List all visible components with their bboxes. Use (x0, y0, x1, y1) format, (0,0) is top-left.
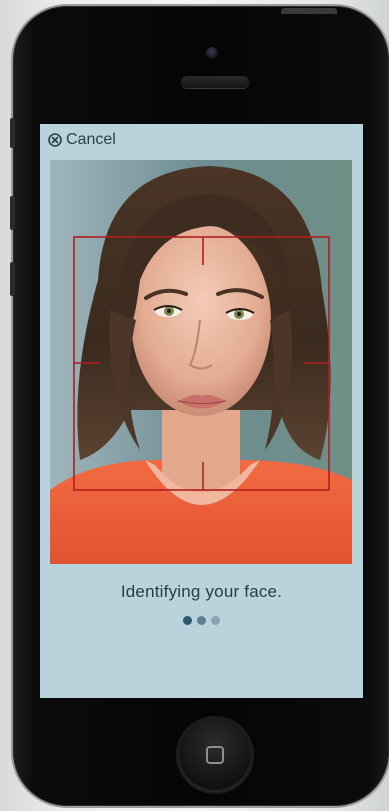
progress-dot-2 (197, 616, 206, 625)
progress-dot-1 (183, 616, 192, 625)
front-camera (206, 47, 218, 59)
app-screen: Cancel Identifying your face. (40, 124, 363, 698)
mute-switch (10, 118, 15, 148)
earpiece-speaker (181, 76, 249, 88)
volume-up-button (10, 196, 15, 230)
cancel-label: Cancel (66, 131, 116, 148)
progress-dot-3 (211, 616, 220, 625)
face-detection-frame (73, 236, 330, 491)
cancel-button[interactable]: Cancel (48, 131, 116, 149)
status-message: Identifying your face. (120, 582, 283, 601)
volume-down-button (10, 262, 15, 296)
device-mockup: Cancel Identifying your face. (0, 0, 389, 811)
close-circle-icon (48, 133, 62, 147)
home-button[interactable] (178, 718, 252, 792)
progress-dots (40, 616, 363, 625)
camera-preview (50, 160, 352, 564)
frame-border (73, 236, 330, 491)
power-button (281, 8, 337, 14)
home-square-icon (206, 746, 224, 764)
